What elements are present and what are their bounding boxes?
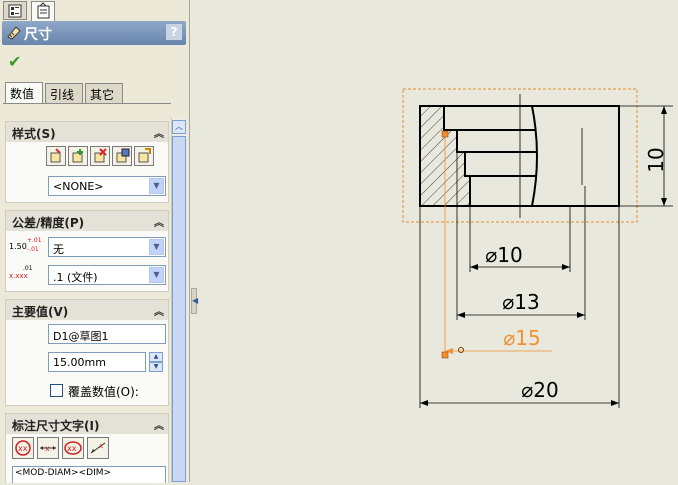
dimension-text-value: <MOD-DIAM><DIM> — [15, 468, 112, 478]
diameter-linear-icon: x — [40, 444, 56, 453]
precision-select[interactable]: .1 (文件) ▼ — [48, 265, 166, 285]
part-section-view — [419, 94, 620, 218]
override-value-label: 覆盖数值(O): — [68, 385, 139, 399]
property-manager-panel: 尺寸 ? ✔ 数值 引线 其它 样式(S) ︽ <NONE> ▼ 公差/精度(P… — [0, 0, 190, 483]
text-handle[interactable] — [458, 347, 464, 353]
dimension-value: 15.00mm — [53, 356, 106, 369]
diameter-symbol-icon: xx — [15, 440, 31, 456]
dim-diameter-20-label: ⌀20 — [521, 378, 559, 402]
delete-style-icon — [94, 148, 107, 163]
property-manager-icon — [37, 2, 50, 19]
dimension-name-field[interactable]: D1@草图1 — [48, 324, 166, 344]
collapse-chevron-icon[interactable]: ︽ — [154, 417, 164, 432]
scroll-up-icon[interactable]: ︿ — [172, 120, 186, 134]
panel-titlebar: 尺寸 ? — [2, 21, 186, 45]
collapse-chevron-icon[interactable]: ︽ — [154, 214, 164, 229]
feature-manager-tab[interactable] — [3, 1, 27, 20]
dimension-text-field[interactable]: <MOD-DIAM><DIM> — [12, 466, 166, 483]
style-group-header[interactable]: 样式(S) ︽ — [6, 122, 168, 142]
save-style-button[interactable] — [112, 146, 132, 166]
tolerance-type-value: 无 — [53, 243, 64, 256]
panel-title: 尺寸 — [24, 27, 52, 43]
precision-value: .1 (文件) — [53, 271, 98, 284]
dimension-icon — [7, 26, 21, 40]
update-style-button[interactable] — [68, 146, 88, 166]
dimension-name-value: D1@草图1 — [53, 330, 109, 343]
dim-diameter-15-label: ⌀15 — [503, 326, 541, 350]
style-group-title: 样式(S) — [12, 127, 56, 141]
spin-up-icon[interactable]: ▲ — [149, 352, 163, 362]
tolerance-group: 公差/精度(P) ︽ 1.50 +.01 -.01 无 ▼ .01 x.xxx … — [5, 210, 169, 292]
drag-handle[interactable] — [441, 351, 449, 359]
dimension-text-group-header[interactable]: 标注尺寸文字(I) ︽ — [6, 414, 168, 434]
tolerance-group-title: 公差/精度(P) — [12, 216, 85, 230]
tolerance-group-header[interactable]: 公差/精度(P) ︽ — [6, 211, 168, 231]
diameter-xx-button[interactable]: xx — [62, 437, 84, 459]
primary-value-group-title: 主要值(V) — [12, 305, 69, 319]
panel-content: 样式(S) ︽ <NONE> ▼ 公差/精度(P) ︽ 1.50 +.01 -.… — [3, 103, 171, 483]
scroll-thumb[interactable] — [172, 136, 186, 482]
update-style-icon — [72, 149, 83, 163]
style-select[interactable]: <NONE> ▼ — [48, 176, 166, 196]
chevron-down-icon[interactable]: ▼ — [149, 239, 164, 255]
feature-tree-icon — [8, 4, 22, 18]
chevron-down-icon[interactable]: ▼ — [149, 267, 164, 283]
ok-checkmark-icon[interactable]: ✔ — [8, 52, 21, 71]
tolerance-type-icon: 1.50 +.01 -.01 — [9, 237, 42, 253]
collapse-chevron-icon[interactable]: ︽ — [154, 125, 164, 140]
dim-diameter-10-label: ⌀10 — [485, 243, 523, 267]
svg-text:x: x — [45, 444, 50, 453]
chevron-down-icon[interactable]: ▼ — [149, 178, 164, 194]
dim-10-vertical-label: 10 — [644, 147, 668, 172]
dim-10-vertical[interactable]: 10 — [619, 105, 673, 207]
style-select-value: <NONE> — [53, 180, 104, 193]
load-style-button[interactable] — [134, 146, 154, 166]
tab-leaders[interactable]: 引线 — [45, 83, 83, 103]
diameter-xx-icon: xx — [64, 441, 82, 455]
property-manager-tab[interactable] — [31, 1, 55, 22]
style-group: 样式(S) ︽ <NONE> ▼ — [5, 121, 169, 203]
diameter-linear-button[interactable]: x — [37, 437, 59, 459]
dimension-value-field[interactable]: 15.00mm — [48, 352, 146, 372]
precision-icon: .01 x.xxx — [9, 265, 33, 280]
svg-text:xx: xx — [67, 444, 77, 453]
tab-value[interactable]: 数值 — [5, 82, 43, 104]
save-style-icon — [116, 148, 130, 163]
panel-scrollbar[interactable]: ︿ — [171, 118, 187, 482]
drawing-canvas[interactable]: 10 ⌀10 ⌀13 ⌀15 ⌀20 — [197, 0, 678, 482]
diameter-symbol-button[interactable]: xx — [12, 437, 34, 459]
tolerance-type-select[interactable]: 无 ▼ — [48, 237, 166, 257]
tab-other[interactable]: 其它 — [85, 83, 123, 103]
override-value-checkbox[interactable] — [50, 384, 63, 397]
load-style-icon — [138, 148, 151, 163]
add-style-button[interactable] — [46, 146, 66, 166]
collapse-chevron-icon[interactable]: ︽ — [154, 303, 164, 318]
leader-button[interactable]: x — [87, 437, 109, 459]
primary-value-group: 主要值(V) ︽ D1@草图1 15.00mm ▲ ▼ 覆盖数值(O): — [5, 299, 169, 406]
add-style-icon — [50, 148, 61, 163]
primary-value-group-header[interactable]: 主要值(V) ︽ — [6, 300, 168, 320]
value-spinner[interactable]: ▲ ▼ — [149, 352, 163, 372]
drawing-svg: 10 ⌀10 ⌀13 ⌀15 ⌀20 — [402, 88, 673, 408]
svg-text:x: x — [99, 442, 103, 450]
spin-down-icon[interactable]: ▼ — [149, 362, 163, 372]
svg-text:xx: xx — [18, 444, 28, 453]
dim-diameter-13[interactable]: ⌀13 — [456, 152, 586, 320]
help-button[interactable]: ? — [166, 24, 182, 40]
dimension-text-group: 标注尺寸文字(I) ︽ xx x xx x <MOD-DIAM><DIM> — [5, 413, 169, 483]
leader-icon: x — [90, 442, 106, 454]
delete-style-button[interactable] — [90, 146, 110, 166]
dimension-text-group-title: 标注尺寸文字(I) — [12, 419, 100, 433]
drag-handle[interactable] — [441, 130, 449, 138]
dim-diameter-13-label: ⌀13 — [502, 290, 540, 314]
